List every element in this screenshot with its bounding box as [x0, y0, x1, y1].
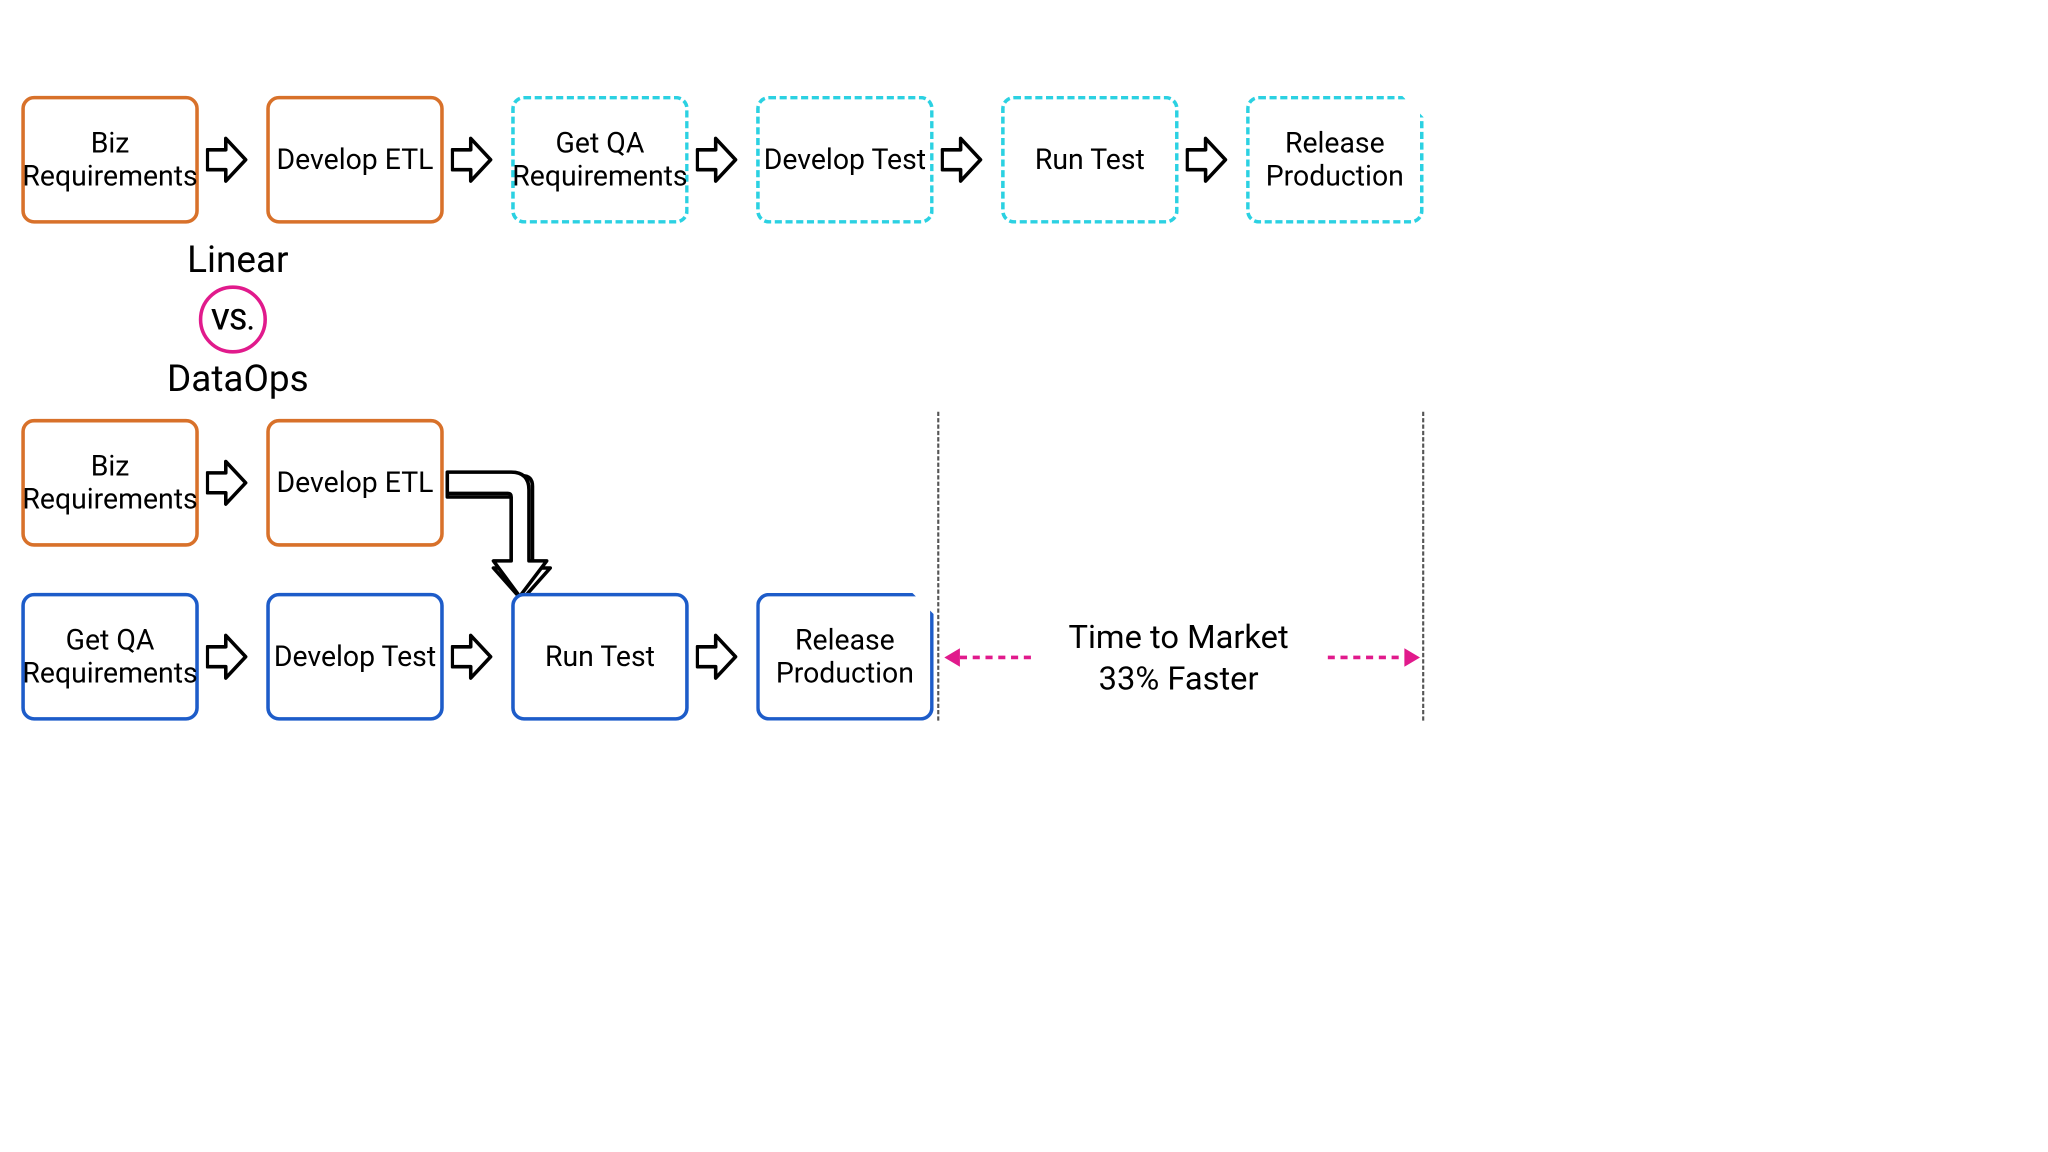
vs-text: VS.: [211, 303, 254, 336]
arrow-right-icon: [941, 131, 984, 188]
diagram-canvas: Biz Requirements Develop ETL Get QA Requ…: [0, 0, 1454, 818]
dataops-label: DataOps: [124, 357, 351, 400]
linear-step-biz-requirements: Biz Requirements: [21, 96, 198, 224]
linear-step-run-test: Run Test: [1001, 96, 1179, 224]
linear-step-get-qa-requirements: Get QA Requirements: [511, 96, 688, 224]
box-label: Develop Test: [764, 143, 926, 176]
arrow-right-icon: [206, 454, 249, 511]
arrow-right-icon: [696, 628, 739, 685]
arrow-right-icon: [451, 131, 494, 188]
linear-step-release-production: Release Production: [1246, 96, 1424, 224]
box-label: Get QA Requirements: [22, 624, 197, 689]
ttm-line1: Time to Market: [1051, 618, 1307, 659]
ttm-line2: 33% Faster: [1051, 659, 1307, 700]
pink-arrow-right-icon: [1328, 648, 1420, 668]
box-label: Biz Requirements: [22, 450, 197, 515]
box-label: Get QA Requirements: [512, 127, 687, 192]
dataops-step-release-production: Release Production: [756, 593, 934, 721]
dataops-step-get-qa-requirements: Get QA Requirements: [21, 593, 198, 721]
linear-label: Linear: [149, 238, 326, 281]
box-label: Biz Requirements: [22, 127, 197, 192]
box-label: Release Production: [760, 624, 930, 689]
pink-arrow-left-icon: [944, 648, 1036, 668]
box-label: Release Production: [1250, 127, 1420, 192]
arrow-right-icon: [451, 628, 494, 685]
vertical-divider-right: [1422, 412, 1424, 721]
linear-step-develop-etl: Develop ETL: [266, 96, 444, 224]
arrow-right-icon: [1186, 131, 1229, 188]
arrow-right-icon: [696, 131, 739, 188]
box-label: Run Test: [1035, 143, 1145, 176]
box-label: Develop ETL: [277, 143, 434, 176]
linear-step-develop-test: Develop Test: [756, 96, 934, 224]
time-to-market-text: Time to Market 33% Faster: [1051, 618, 1307, 700]
elbow-arrow-icon: [444, 462, 558, 604]
dataops-step-develop-etl: Develop ETL: [266, 419, 444, 547]
vs-badge: VS.: [199, 285, 267, 353]
vertical-divider-left: [937, 412, 939, 721]
dataops-step-biz-requirements: Biz Requirements: [21, 419, 198, 547]
dataops-step-develop-test: Develop Test: [266, 593, 444, 721]
dataops-step-run-test: Run Test: [511, 593, 688, 721]
arrow-right-icon: [206, 628, 249, 685]
box-label: Develop Test: [274, 640, 436, 673]
box-label: Develop ETL: [277, 466, 434, 499]
box-label: Run Test: [545, 640, 655, 673]
arrow-right-icon: [206, 131, 249, 188]
